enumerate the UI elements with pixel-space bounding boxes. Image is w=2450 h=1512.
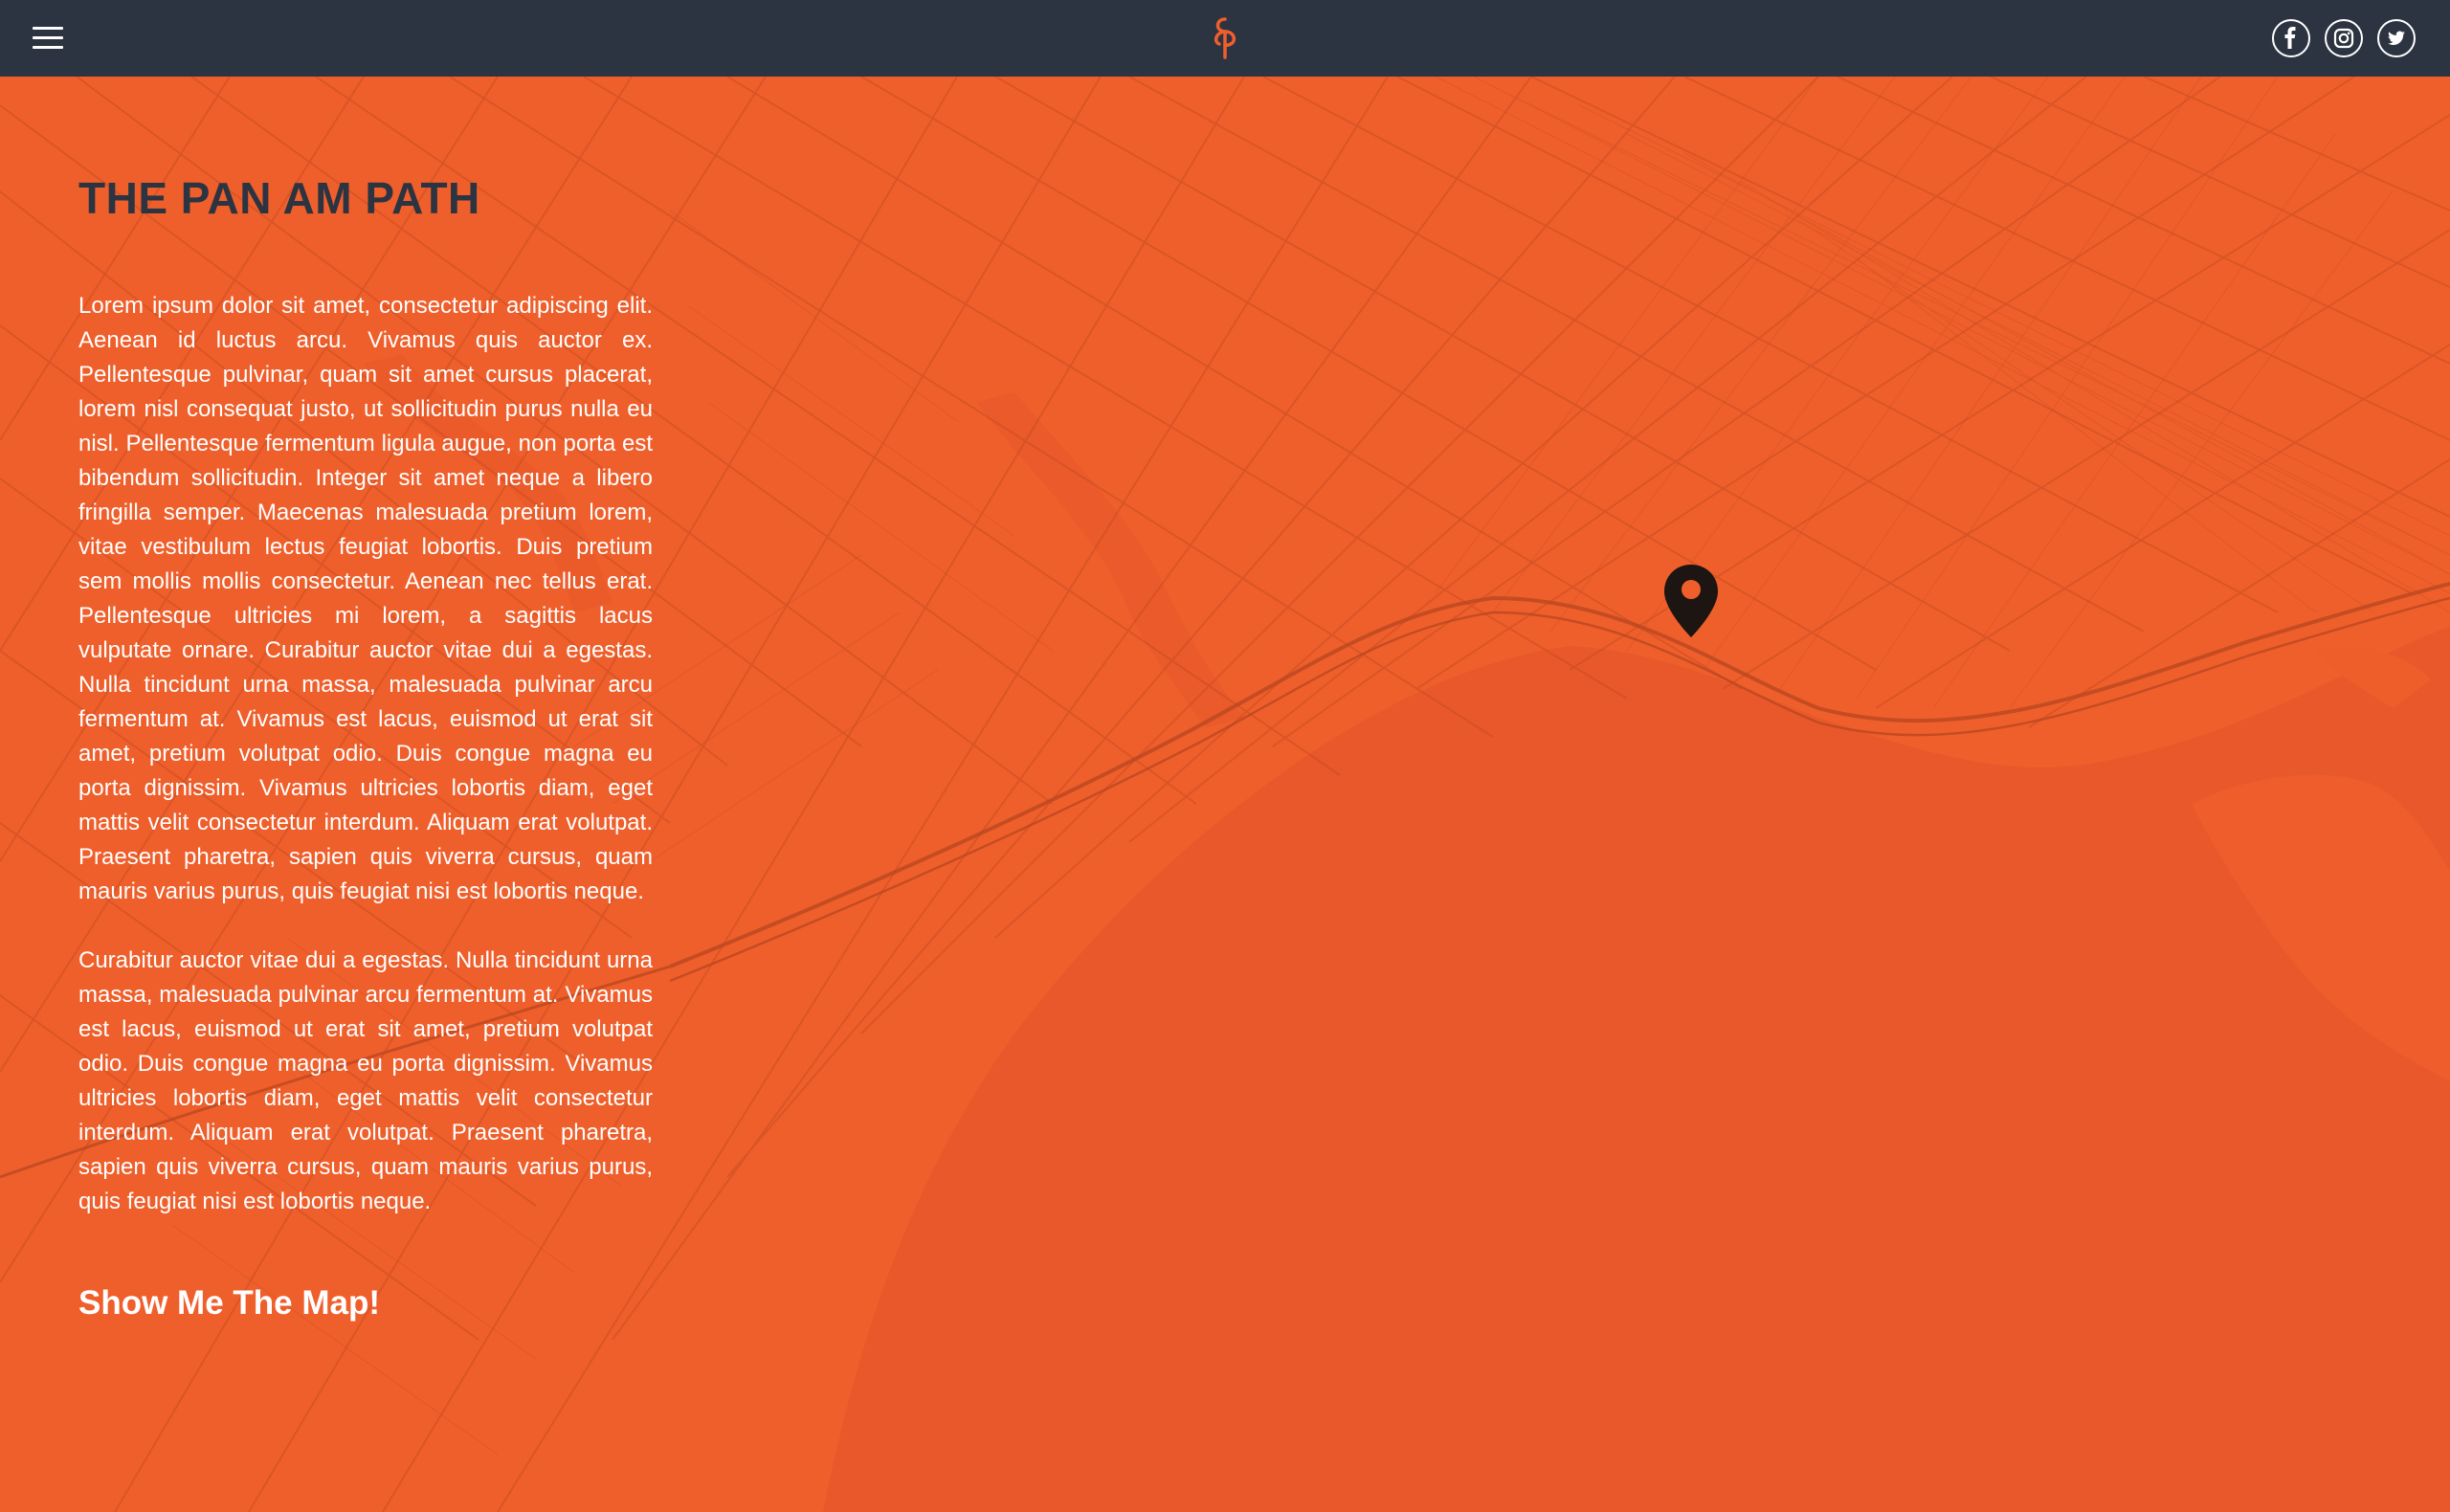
- show-map-link[interactable]: Show Me The Map!: [78, 1284, 380, 1323]
- instagram-icon[interactable]: [2325, 19, 2363, 57]
- menu-line: [33, 46, 63, 49]
- lake-area: [823, 627, 2450, 1512]
- intro-paragraph-2: Curabitur auctor vitae dui a egestas. Nu…: [78, 947, 653, 1214]
- menu-line: [33, 36, 63, 39]
- hamburger-menu-icon[interactable]: [29, 23, 67, 54]
- twitter-icon[interactable]: [2377, 19, 2416, 57]
- page-title: THE PAN AM PATH: [78, 173, 480, 223]
- intro-paragraph-1: Lorem ipsum dolor sit amet, consectetur …: [78, 293, 653, 904]
- pan-am-path-logo-icon[interactable]: [1208, 15, 1242, 59]
- menu-line: [33, 27, 63, 30]
- map-pin-icon[interactable]: [1660, 563, 1722, 639]
- facebook-icon[interactable]: [2272, 19, 2310, 57]
- top-navigation-bar: [0, 0, 2450, 77]
